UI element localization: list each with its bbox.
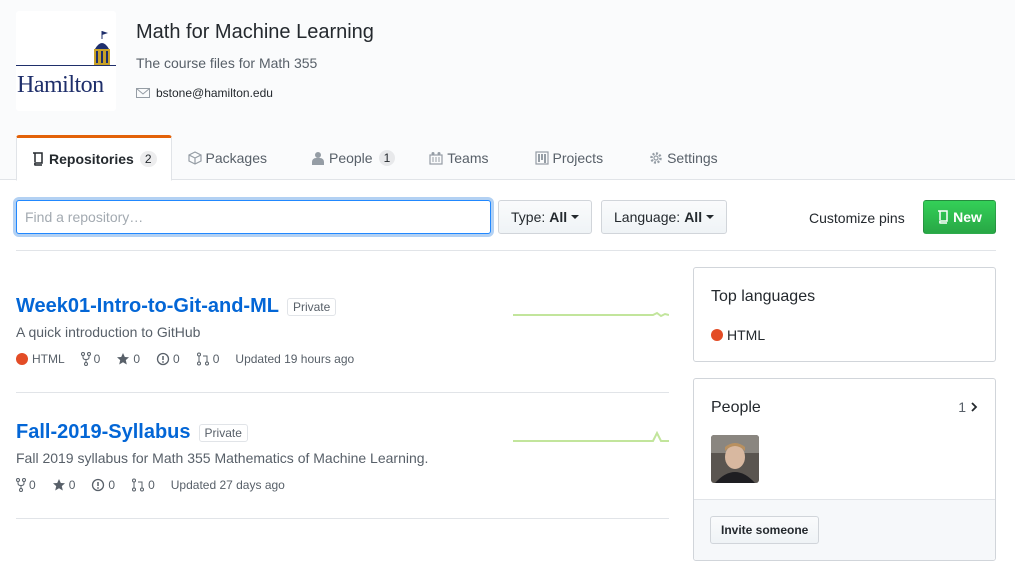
pull-count: 0 xyxy=(148,478,155,492)
org-header: Hamilton Math for Machine Learning The c… xyxy=(0,0,1015,181)
fork-icon xyxy=(16,478,26,492)
org-email-text[interactable]: bstone@hamilton.edu xyxy=(156,86,273,100)
invite-someone-button[interactable]: Invite someone xyxy=(710,516,820,544)
type-filter-dropdown[interactable]: Type: All xyxy=(498,200,593,234)
repo-stars[interactable]: 0 xyxy=(116,352,140,366)
repo-updated: Updated 27 days ago xyxy=(170,478,285,492)
org-logo-text: Hamilton xyxy=(17,72,104,98)
tab-label: Settings xyxy=(667,149,718,166)
top-language-label: HTML xyxy=(727,327,766,343)
repo-meta: 0 0 0 0 Updated 27 days ago xyxy=(16,478,301,492)
repo-issues[interactable]: 0 xyxy=(91,478,115,492)
mail-icon xyxy=(136,88,150,98)
chevron-down-icon xyxy=(571,215,580,219)
language-filter-dropdown[interactable]: Language: All xyxy=(601,200,728,234)
activity-sparkline xyxy=(513,311,669,318)
tab-label: Teams xyxy=(447,149,489,166)
customize-pins-link[interactable]: Customize pins xyxy=(809,210,905,226)
tab-label: Repositories xyxy=(49,151,134,167)
project-icon xyxy=(534,150,549,165)
issue-icon xyxy=(156,352,170,366)
org-email[interactable]: bstone@hamilton.edu xyxy=(136,86,273,100)
pull-request-icon xyxy=(132,478,145,492)
gear-icon xyxy=(650,151,662,164)
star-icon xyxy=(52,479,65,491)
tab-packages[interactable]: Packages xyxy=(172,135,283,180)
people-count-link[interactable]: 1 xyxy=(958,399,978,415)
people-box: People 1 Invite someone xyxy=(693,378,996,561)
private-badge: Private xyxy=(286,297,337,316)
chevron-right-icon xyxy=(971,402,978,412)
top-language-item[interactable]: HTML xyxy=(711,327,765,343)
repo-name-link[interactable]: Fall-2019-Syllabus xyxy=(16,421,191,444)
people-count-badge: 1 xyxy=(378,149,396,166)
issue-count: 0 xyxy=(108,478,116,492)
top-languages-box: Top languages HTML xyxy=(693,267,996,362)
find-repository-input[interactable] xyxy=(16,200,491,234)
language-color-dot xyxy=(16,353,28,365)
avatar[interactable] xyxy=(711,435,759,483)
repo-meta: HTML 0 0 0 0 Updated 19 hours ago xyxy=(16,352,370,366)
repo-count-badge: 2 xyxy=(139,151,157,167)
type-filter-label: Type: xyxy=(511,209,546,225)
fork-count: 0 xyxy=(29,478,36,492)
new-repo-button[interactable]: New xyxy=(923,200,996,234)
repo-name-link[interactable]: Week01-Intro-to-Git-and-ML xyxy=(16,295,279,318)
org-tabs: Repositories 2 Packages People 1 Teams P… xyxy=(16,135,734,181)
repo-icon xyxy=(33,152,43,166)
language-color-dot xyxy=(711,329,723,341)
person-icon xyxy=(311,151,324,165)
package-icon xyxy=(187,150,202,165)
issue-count: 0 xyxy=(173,352,180,366)
star-count: 0 xyxy=(133,352,141,366)
repo-language: HTML xyxy=(16,352,65,366)
star-count: 0 xyxy=(68,478,76,492)
tab-settings[interactable]: Settings xyxy=(619,135,734,180)
repo-stars[interactable]: 0 xyxy=(52,478,76,492)
repo-item: Fall-2019-Syllabus Private Fall 2019 syl… xyxy=(16,393,669,519)
chevron-down-icon xyxy=(706,215,715,219)
tab-people[interactable]: People 1 xyxy=(283,135,411,180)
repo-description: Fall 2019 syllabus for Math 355 Mathemat… xyxy=(16,450,429,466)
pull-count: 0 xyxy=(212,352,220,366)
repo-item: Week01-Intro-to-Git-and-ML Private A qui… xyxy=(16,267,669,393)
tab-repositories[interactable]: Repositories 2 xyxy=(16,135,172,181)
activity-sparkline xyxy=(513,431,669,442)
org-name: Math for Machine Learning xyxy=(136,21,374,43)
repo-issues[interactable]: 0 xyxy=(156,352,180,366)
type-filter-value: All xyxy=(549,209,568,225)
repo-description: A quick introduction to GitHub xyxy=(16,324,201,340)
org-description: The course files for Math 355 xyxy=(136,55,318,71)
private-badge: Private xyxy=(198,423,248,442)
people-footer: Invite someone xyxy=(694,499,995,560)
pull-request-icon xyxy=(196,352,209,366)
fork-count: 0 xyxy=(93,352,101,366)
language-filter-value: All xyxy=(684,209,703,225)
team-icon xyxy=(429,151,443,165)
tab-projects[interactable]: Projects xyxy=(505,135,620,180)
repo-pulls[interactable]: 0 xyxy=(196,352,220,366)
new-button-label: New xyxy=(953,209,982,225)
issue-icon xyxy=(92,478,105,492)
tab-teams[interactable]: Teams xyxy=(411,135,504,180)
language-filter-label: Language: xyxy=(614,209,681,225)
repo-list: Week01-Intro-to-Git-and-ML Private A qui… xyxy=(16,267,669,519)
repo-forks[interactable]: 0 xyxy=(16,478,36,492)
fork-icon xyxy=(80,352,91,366)
repo-icon xyxy=(938,210,948,224)
org-logo: Hamilton xyxy=(16,11,116,111)
repo-pulls[interactable]: 0 xyxy=(131,478,155,492)
repo-forks[interactable]: 0 xyxy=(80,352,101,366)
tab-label: Packages xyxy=(205,149,267,166)
tab-label: People xyxy=(328,149,373,166)
people-count: 1 xyxy=(958,399,966,415)
star-icon xyxy=(117,353,130,365)
top-languages-title: Top languages xyxy=(711,288,816,305)
tab-label: Projects xyxy=(552,149,604,166)
repo-updated: Updated 19 hours ago xyxy=(235,352,355,366)
member-photo xyxy=(711,435,759,483)
people-title[interactable]: People xyxy=(711,399,761,417)
repo-filter-bar: Type: All Language: All Customize pins N… xyxy=(16,199,996,251)
repo-language-label: HTML xyxy=(32,352,65,366)
